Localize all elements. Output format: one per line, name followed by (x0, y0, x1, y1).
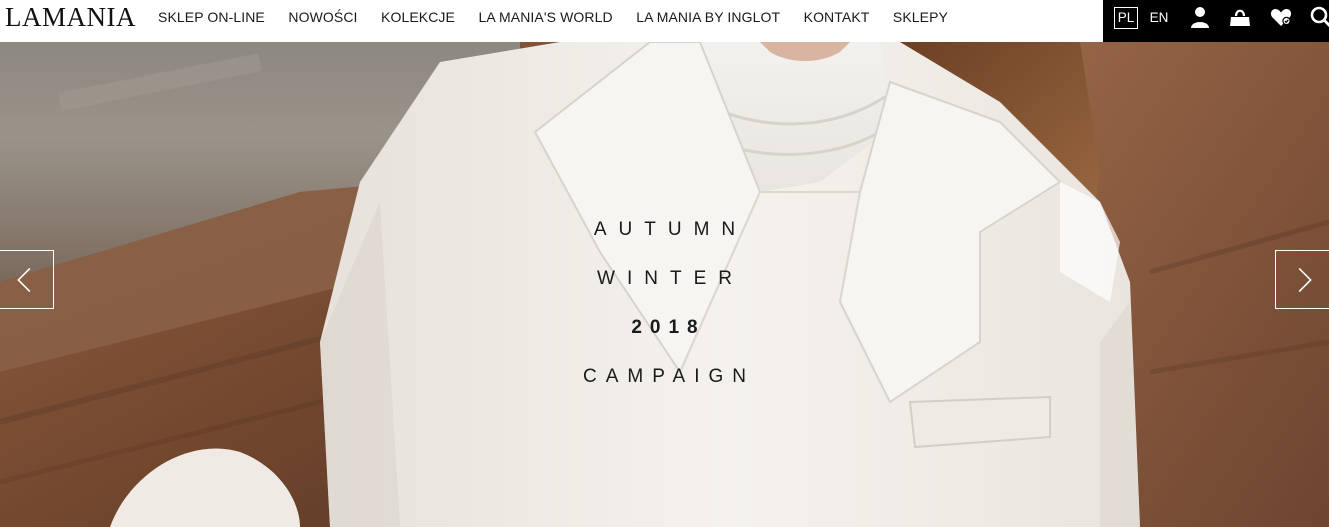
chevron-right-icon (1298, 267, 1312, 293)
nav-item-la-manias-world[interactable]: LA MANIA'S WORLD (478, 9, 612, 25)
hero-line-campaign: CAMPAIGN (583, 366, 755, 387)
language-pl-button[interactable]: PL (1114, 7, 1138, 29)
nav-item-kolekcje[interactable]: KOLEKCJE (381, 9, 455, 25)
shopping-bag-icon[interactable] (1228, 5, 1252, 29)
user-icon[interactable] (1188, 5, 1212, 29)
hero-line-autumn: AUTUMN (593, 219, 748, 240)
nav-item-nowosci[interactable]: NOWOŚCI (288, 9, 357, 25)
site-header: LAMANIA SKLEP ON-LINE NOWOŚCI KOLEKCJE L… (0, 0, 1329, 42)
main-nav: SKLEP ON-LINE NOWOŚCI KOLEKCJE LA MANIA'… (158, 0, 971, 34)
utility-bar: PL EN (1103, 0, 1329, 42)
search-icon[interactable] (1309, 5, 1329, 29)
brand-logo[interactable]: LAMANIA (5, 2, 136, 32)
hero-banner[interactable]: AUTUMN WINTER 2018 CAMPAIGN (0, 42, 1329, 527)
nav-item-sklep-online[interactable]: SKLEP ON-LINE (158, 9, 265, 25)
wishlist-heart-icon[interactable] (1269, 5, 1293, 29)
page: LAMANIA SKLEP ON-LINE NOWOŚCI KOLEKCJE L… (0, 0, 1329, 527)
carousel-next-button[interactable] (1275, 250, 1329, 309)
nav-item-kontakt[interactable]: KONTAKT (804, 9, 870, 25)
hero-line-winter: WINTER (597, 268, 744, 289)
hero-line-year: 2018 (631, 317, 706, 338)
nav-item-sklepy[interactable]: SKLEPY (893, 9, 948, 25)
nav-item-la-mania-by-inglot[interactable]: LA MANIA BY INGLOT (636, 9, 780, 25)
carousel-prev-button[interactable] (0, 250, 54, 309)
chevron-left-icon (17, 267, 31, 293)
language-en-button[interactable]: EN (1148, 7, 1170, 29)
